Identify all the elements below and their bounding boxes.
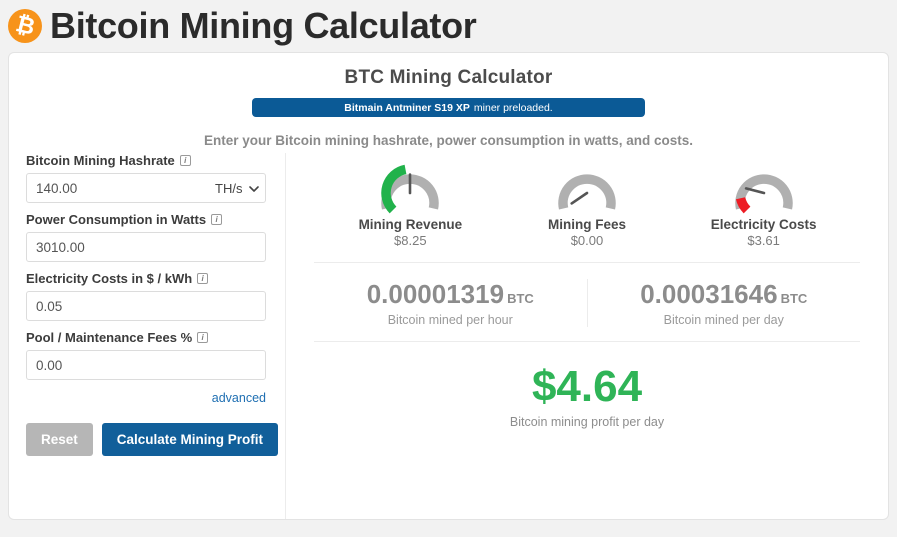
pool-fees-input[interactable] [26,350,266,380]
field-pool-fees: Pool / Maintenance Fees % i [26,330,285,380]
calculator-card: BTC Mining Calculator Bitmain Antminer S… [8,52,889,520]
profit-value: $4.64 [531,362,643,411]
gauge-electricity-icon [734,174,793,214]
field-electricity: Electricity Costs in $ / kWh i [26,271,285,321]
mined-per-day-unit: BTC [780,291,808,306]
mined-per-day: 0.00031646 BTC Bitcoin mined per day [588,279,861,327]
advanced-row: advanced [26,389,266,407]
info-icon[interactable]: i [197,273,209,284]
mined-per-hour: 0.00001319 BTC Bitcoin mined per hour [314,279,588,327]
field-hashrate-label-text: Bitcoin Mining Hashrate [26,153,175,168]
mined-row: 0.00001319 BTC Bitcoin mined per hour 0.0… [286,279,888,327]
bitcoin-icon: ₿ [8,9,42,43]
field-electricity-label: Electricity Costs in $ / kWh i [26,271,285,286]
gauge-electricity-label: Electricity Costs [710,217,817,232]
field-electricity-label-text: Electricity Costs in $ / kWh [26,271,193,286]
gauge-revenue-label: Mining Revenue [358,217,463,232]
preloaded-miner-name: Bitmain Antminer S19 XP [344,101,470,114]
mined-per-day-value: 0.00031646 [640,279,778,309]
divider-above-mined [314,262,860,263]
mined-per-hour-unit: BTC [507,291,534,306]
field-electricity-input-wrap [26,291,266,321]
gauge-mining-fees: Mining Fees $0.00 [512,159,662,248]
mined-per-day-value-row: 0.00031646 BTC [594,279,855,310]
info-icon[interactable]: i [179,155,191,166]
mined-per-hour-caption: Bitcoin mined per hour [387,313,513,327]
electricity-cost-input[interactable] [26,291,266,321]
advanced-link[interactable]: advanced [212,391,266,405]
calculator-body: Bitcoin Mining Hashrate i TH/s Power Con… [9,153,888,519]
field-pool-fees-label-text: Pool / Maintenance Fees % [26,330,193,345]
results-panel: Mining Revenue $8.25 Mining Fees $0.00 E… [286,153,888,519]
gauge-revenue-icon [381,164,440,214]
divider-above-profit [314,341,860,342]
field-hashrate-input-wrap: TH/s [26,173,266,203]
page-title: Bitcoin Mining Calculator [50,5,477,46]
mined-per-hour-value: 0.00001319 [366,279,505,309]
field-pool-fees-input-wrap [26,350,266,380]
field-pool-fees-label: Pool / Maintenance Fees % i [26,330,285,345]
preloaded-miner-suffix: miner preloaded. [473,101,553,114]
calculator-subtitle: Enter your Bitcoin mining hashrate, powe… [203,133,694,148]
page-header: ₿ Bitcoin Mining Calculator [0,0,897,52]
mined-per-day-caption: Bitcoin mined per day [663,313,784,327]
info-icon[interactable]: i [211,214,223,225]
profit-caption: Bitcoin mining profit per day [509,415,665,430]
profit-block: $4.64 Bitcoin mining profit per day [286,362,888,430]
input-form: Bitcoin Mining Hashrate i TH/s Power Con… [9,153,286,519]
field-hashrate-label: Bitcoin Mining Hashrate i [26,153,285,168]
reset-button[interactable]: Reset [26,423,93,456]
field-power-label-text: Power Consumption in Watts [26,212,207,227]
power-consumption-input[interactable] [26,232,266,262]
gauge-revenue-value: $8.25 [394,233,427,248]
gauge-fees-label: Mining Fees [547,217,626,232]
gauge-mining-revenue: Mining Revenue $8.25 [335,159,485,248]
calculate-mining-profit-button[interactable]: Calculate Mining Profit [101,423,279,456]
hashrate-unit-select[interactable]: TH/s [209,174,265,202]
gauge-fees-icon [558,174,616,210]
form-buttons: Reset Calculate Mining Profit [26,423,285,456]
gauge-electricity-value: $3.61 [747,233,780,248]
mined-per-hour-value-row: 0.00001319 BTC [320,279,581,310]
gauge-row: Mining Revenue $8.25 Mining Fees $0.00 E… [286,153,888,248]
field-hashrate: Bitcoin Mining Hashrate i TH/s [26,153,285,203]
calculator-title: BTC Mining Calculator [344,67,553,88]
gauge-fees-value: $0.00 [570,233,604,248]
info-icon[interactable]: i [197,332,209,343]
preloaded-miner-banner: Bitmain Antminer S19 XP miner preloaded. [252,98,645,117]
field-power-input-wrap [26,232,266,262]
field-power: Power Consumption in Watts i [26,212,285,262]
field-power-label: Power Consumption in Watts i [26,212,285,227]
gauge-electricity-costs: Electricity Costs $3.61 [689,159,839,248]
